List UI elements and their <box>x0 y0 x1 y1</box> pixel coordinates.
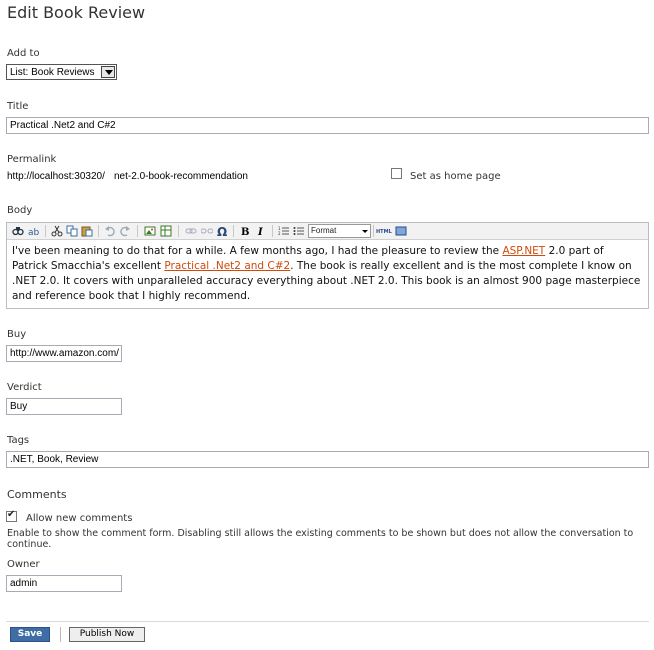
image-icon[interactable] <box>144 225 156 237</box>
verdict-label: Verdict <box>7 382 42 393</box>
svg-text:I: I <box>257 227 263 237</box>
aspnet-link[interactable]: ASP.NET <box>502 245 545 257</box>
paste-icon[interactable] <box>81 225 93 237</box>
body-label: Body <box>7 205 33 216</box>
verdict-input[interactable]: Buy <box>6 398 122 415</box>
omega-icon[interactable]: Ω <box>217 225 229 237</box>
title-input[interactable]: Practical .Net2 and C#2 <box>6 117 649 134</box>
publish-now-button[interactable]: Publish Now <box>69 627 145 642</box>
title-label: Title <box>7 101 29 112</box>
add-to-selected-value: List: Book Reviews <box>10 67 95 78</box>
body-text: I've been meaning to do that for a while… <box>12 245 503 257</box>
allow-comments-label: Allow new comments <box>26 513 133 524</box>
home-page-checkbox[interactable] <box>391 168 402 179</box>
owner-input[interactable]: admin <box>6 575 122 592</box>
home-page-label: Set as home page <box>410 171 501 182</box>
permalink-input[interactable]: net-2.0-book-recommendation <box>110 168 372 185</box>
tags-label: Tags <box>7 435 30 446</box>
redo-icon[interactable] <box>119 225 131 237</box>
html-icon[interactable]: HTML <box>376 225 392 237</box>
comments-heading: Comments <box>7 488 67 501</box>
editor-content[interactable]: I've been meaning to do that for a while… <box>12 244 642 304</box>
cut-icon[interactable] <box>51 225 63 237</box>
svg-text:ab: ab <box>28 228 40 237</box>
permalink-label: Permalink <box>7 154 57 165</box>
undo-icon[interactable] <box>104 225 116 237</box>
replace-icon[interactable]: ab <box>28 225 40 237</box>
chevron-down-icon[interactable] <box>101 66 115 78</box>
page-title: Edit Book Review <box>7 3 146 22</box>
buy-input[interactable]: http://www.amazon.com/ <box>6 345 122 362</box>
svg-text:HTML: HTML <box>376 229 392 235</box>
allow-comments-checkbox[interactable] <box>6 509 17 522</box>
format-select-value: Format <box>311 226 337 235</box>
copy-icon[interactable] <box>66 225 78 237</box>
unlink-icon[interactable] <box>201 225 213 237</box>
tags-input[interactable]: .NET, Book, Review <box>6 451 649 468</box>
format-select[interactable]: Format <box>308 224 371 238</box>
find-icon[interactable] <box>12 225 24 237</box>
ordered-list-icon[interactable]: 12 <box>278 225 290 237</box>
italic-icon[interactable]: I <box>255 225 267 237</box>
rich-text-editor[interactable]: ab Ω B I 12 Format HTML I've been meanin… <box>6 222 649 309</box>
book-link[interactable]: Practical .Net2 and C#2 <box>164 260 290 272</box>
unordered-list-icon[interactable] <box>293 225 305 237</box>
owner-label: Owner <box>7 559 40 570</box>
comments-help-text: Enable to show the comment form. Disabli… <box>7 528 634 550</box>
permalink-prefix: http://localhost:30320/ <box>7 171 105 182</box>
button-divider <box>60 627 61 642</box>
svg-text:Ω: Ω <box>217 225 227 237</box>
table-icon[interactable] <box>160 225 172 237</box>
link-icon[interactable] <box>185 225 197 237</box>
svg-text:B: B <box>241 227 249 237</box>
fullscreen-icon[interactable] <box>395 225 407 237</box>
add-to-label: Add to <box>7 48 40 59</box>
bold-icon[interactable]: B <box>239 225 251 237</box>
editor-toolbar: ab Ω B I 12 Format HTML <box>7 223 648 240</box>
buy-label: Buy <box>7 329 27 340</box>
chevron-down-icon <box>361 226 369 236</box>
svg-text:2: 2 <box>278 231 281 236</box>
footer-divider <box>6 621 649 622</box>
add-to-select[interactable]: List: Book Reviews <box>6 64 117 80</box>
save-button[interactable]: Save <box>10 627 50 642</box>
